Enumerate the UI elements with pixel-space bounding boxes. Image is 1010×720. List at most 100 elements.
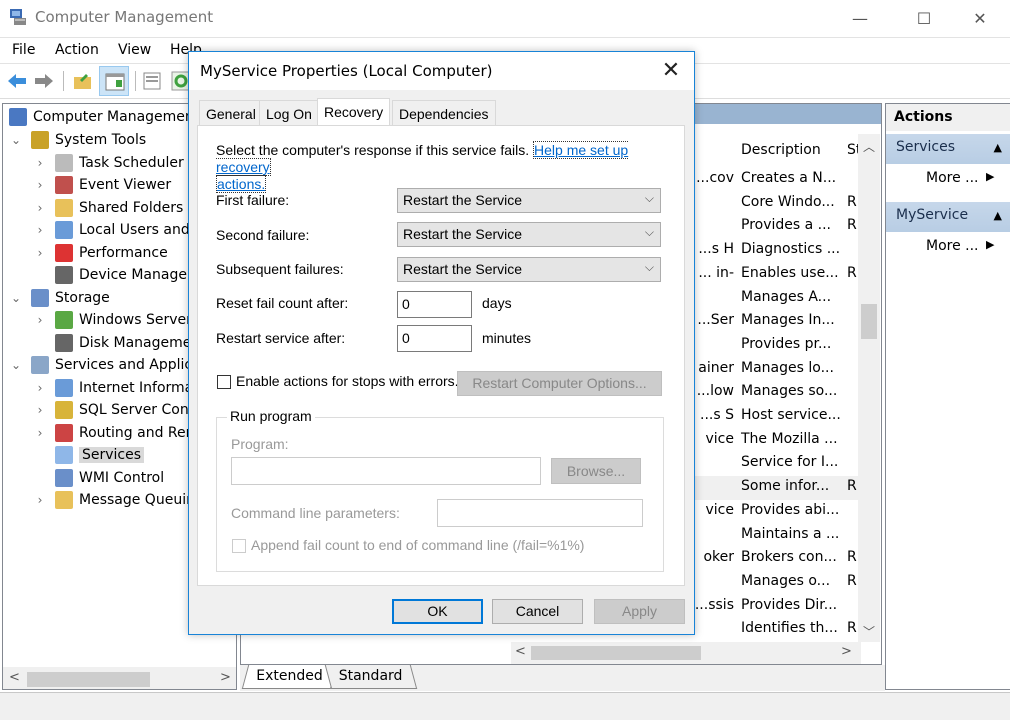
dialog-close-button[interactable]: ✕ <box>658 58 684 84</box>
service-name-cell[interactable]: vice <box>692 502 735 518</box>
service-description-cell[interactable]: Manages so... <box>741 383 837 399</box>
tree-item[interactable]: Device Manager <box>33 264 193 286</box>
tree-item[interactable]: Disk Management <box>33 332 206 354</box>
tab-general[interactable]: General <box>199 100 263 125</box>
service-description-cell[interactable]: Enables use... <box>741 265 839 281</box>
first-failure-select[interactable]: Restart the Service ⌵ <box>397 188 661 213</box>
tree-item[interactable]: WMI Control <box>33 467 164 489</box>
tab-dependencies[interactable]: Dependencies <box>392 100 496 125</box>
tree-item[interactable]: › Message Queuing <box>33 489 204 511</box>
service-description-cell[interactable]: Identifies th... <box>741 620 838 636</box>
tree-item[interactable]: › Task Scheduler <box>33 152 184 174</box>
tab-extended[interactable]: Extended <box>241 665 337 689</box>
service-description-cell[interactable]: Provides a ... <box>741 217 831 233</box>
chevron-right-icon[interactable]: › <box>33 156 47 170</box>
minimize-button[interactable]: — <box>835 0 885 36</box>
help-recovery-link-cont[interactable]: actions. <box>216 175 267 193</box>
collapse-icon[interactable]: ▲ <box>994 209 1002 222</box>
tree-item[interactable]: ⌄ Storage <box>9 287 110 309</box>
subsequent-failures-select[interactable]: Restart the Service ⌵ <box>397 257 661 282</box>
service-name-cell[interactable]: low... <box>692 383 734 399</box>
chevron-down-icon[interactable]: ⌄ <box>9 133 23 147</box>
service-status-cell[interactable]: R <box>847 549 857 565</box>
chevron-right-icon[interactable]: › <box>33 178 47 192</box>
chevron-right-icon[interactable]: › <box>33 381 47 395</box>
up-folder-icon[interactable] <box>72 70 94 92</box>
service-status-cell[interactable]: R <box>847 194 857 210</box>
menu-action[interactable]: Action <box>55 42 99 58</box>
chevron-right-icon[interactable]: › <box>33 493 47 507</box>
scroll-thumb[interactable] <box>531 646 701 660</box>
service-description-cell[interactable]: Manages A... <box>741 289 831 305</box>
action-more-myservice[interactable]: More ... ▶ <box>926 238 994 254</box>
actions-section-services[interactable]: Services ▲ <box>886 134 1010 164</box>
service-status-cell[interactable]: R <box>847 217 857 233</box>
append-fail-count-checkbox[interactable] <box>232 539 246 553</box>
service-status-cell[interactable]: R <box>847 478 857 494</box>
scroll-left-icon[interactable]: < <box>9 670 20 685</box>
vertical-scrollbar[interactable]: ︿ ﹀ <box>858 134 880 642</box>
service-description-cell[interactable]: Manages In... <box>741 312 835 328</box>
cancel-button[interactable]: Cancel <box>492 599 583 624</box>
close-button[interactable]: ✕ <box>955 0 1005 36</box>
collapse-icon[interactable]: ▲ <box>994 141 1002 154</box>
service-status-cell[interactable]: R <box>847 265 857 281</box>
service-description-cell[interactable]: Some infor... <box>741 478 829 494</box>
chevron-right-icon[interactable]: › <box>33 313 47 327</box>
append-fail-count-label[interactable]: Append fail count to end of command line… <box>251 537 584 553</box>
actions-section-myservice[interactable]: MyService ▲ <box>886 202 1010 232</box>
scroll-left-icon[interactable]: < <box>515 644 526 659</box>
tree-item[interactable]: › Shared Folders <box>33 197 183 219</box>
second-failure-select[interactable]: Restart the Service ⌵ <box>397 222 661 247</box>
apply-button[interactable]: Apply <box>594 599 685 624</box>
enable-actions-label[interactable]: Enable actions for stops with errors. <box>236 373 459 389</box>
service-name-cell[interactable]: Ser... <box>692 312 734 328</box>
service-description-cell[interactable]: Provides pr... <box>741 336 831 352</box>
chevron-right-icon[interactable]: › <box>33 201 47 215</box>
service-name-cell[interactable]: cov... <box>692 170 734 186</box>
tab-log-on[interactable]: Log On <box>259 100 319 125</box>
show-hide-console-tree-button[interactable] <box>99 66 129 96</box>
chevron-right-icon[interactable]: › <box>33 246 47 260</box>
tree-item[interactable]: › Performance <box>33 242 168 264</box>
scroll-thumb[interactable] <box>27 672 150 687</box>
service-description-cell[interactable]: The Mozilla ... <box>741 431 838 447</box>
service-description-cell[interactable]: Brokers con... <box>741 549 837 565</box>
service-description-cell[interactable]: Host service... <box>741 407 841 423</box>
tree-item[interactable]: › Event Viewer <box>33 174 171 196</box>
browse-button[interactable]: Browse... <box>551 458 641 484</box>
service-description-cell[interactable]: Creates a N... <box>741 170 836 186</box>
chevron-right-icon[interactable]: › <box>33 223 47 237</box>
service-name-cell[interactable]: ssis... <box>692 597 734 613</box>
service-status-cell[interactable]: R <box>847 620 857 636</box>
scroll-down-icon[interactable]: ﹀ <box>863 623 875 640</box>
maximize-button[interactable]: ☐ <box>899 0 949 36</box>
scroll-right-icon[interactable]: > <box>841 644 852 659</box>
service-name-cell[interactable]: oker <box>692 549 734 565</box>
service-name-cell[interactable]: s S... <box>692 407 734 423</box>
service-description-cell[interactable]: Diagnostics ... <box>741 241 840 257</box>
cmdline-input[interactable] <box>437 499 643 527</box>
tree-horizontal-scrollbar[interactable]: < > <box>3 667 236 689</box>
tree-item[interactable]: ⌄ System Tools <box>9 129 146 151</box>
properties-icon[interactable] <box>141 70 163 92</box>
action-more-services[interactable]: More ... ▶ <box>926 170 994 186</box>
ok-button[interactable]: OK <box>392 599 483 624</box>
service-description-cell[interactable]: Service for I... <box>741 454 838 470</box>
tab-standard[interactable]: Standard <box>324 665 417 689</box>
chevron-down-icon[interactable]: ⌄ <box>9 291 23 305</box>
service-name-cell[interactable]: -in ... <box>692 265 734 281</box>
service-name-cell[interactable]: s H... <box>692 241 734 257</box>
service-name-cell[interactable]: ainer <box>692 360 734 376</box>
restart-service-after-input[interactable]: 0 <box>397 325 472 352</box>
back-arrow-icon[interactable] <box>6 70 28 92</box>
column-description[interactable]: Description <box>741 142 821 158</box>
service-description-cell[interactable]: Provides abi... <box>741 502 839 518</box>
forward-arrow-icon[interactable] <box>33 70 55 92</box>
service-description-cell[interactable]: Core Windo... <box>741 194 835 210</box>
scroll-right-icon[interactable]: > <box>220 670 231 685</box>
scroll-up-icon[interactable]: ︿ <box>863 138 875 155</box>
service-description-cell[interactable]: Manages o... <box>741 573 830 589</box>
tree-root[interactable]: Computer Management <box>7 106 199 128</box>
scroll-thumb[interactable] <box>861 304 877 339</box>
